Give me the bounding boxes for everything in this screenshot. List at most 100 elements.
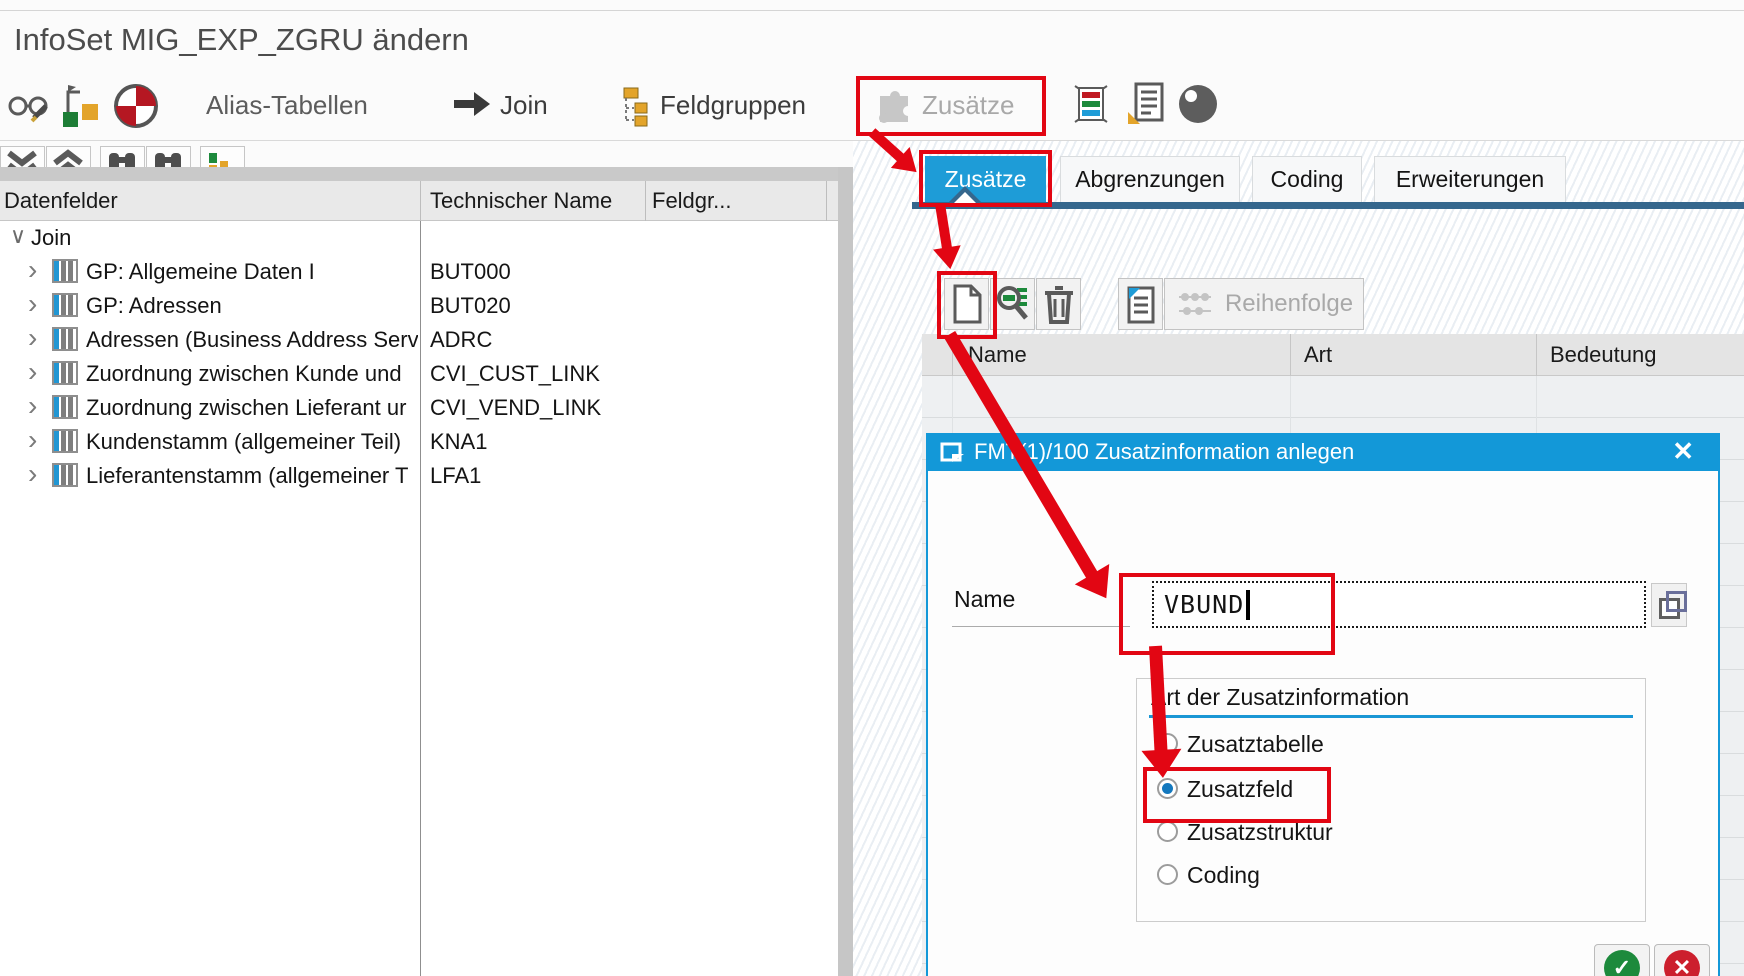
tree-row-label[interactable]: GP: Adressen bbox=[86, 293, 418, 319]
expander-closed-icon[interactable]: › bbox=[28, 358, 37, 386]
close-icon[interactable]: ✕ bbox=[1672, 436, 1694, 467]
tree-row[interactable]: › GP: Allgemeine Daten I BUT000 bbox=[0, 255, 838, 289]
alias-tabellen-button[interactable]: Alias-Tabellen bbox=[206, 90, 368, 121]
column-separator bbox=[952, 334, 953, 376]
tree-row-technical-name: BUT020 bbox=[430, 293, 511, 319]
tree-row-technical-name: BUT000 bbox=[430, 259, 511, 285]
expander-closed-icon[interactable]: › bbox=[28, 460, 37, 488]
tree-node-label[interactable]: Join bbox=[31, 225, 71, 251]
display-search-icon bbox=[995, 284, 1031, 324]
tab-erweiterungen[interactable]: Erweiterungen bbox=[1374, 156, 1566, 202]
join-button[interactable]: Join bbox=[500, 90, 548, 121]
tree-row[interactable]: › Kundenstamm (allgemeiner Teil) KNA1 bbox=[0, 425, 838, 459]
expander-open-icon[interactable]: ∨ bbox=[10, 223, 26, 249]
radio-label: Zusatzstruktur bbox=[1187, 819, 1333, 846]
tree-node-join[interactable]: ∨ Join bbox=[0, 221, 838, 255]
page-title: InfoSet MIG_EXP_ZGRU ändern bbox=[14, 22, 469, 58]
art-der-zusatzinformation-group: Art der Zusatzinformation Zusatztabelle … bbox=[1136, 678, 1646, 922]
display-change-button[interactable] bbox=[6, 84, 52, 128]
column-header-name[interactable]: Name bbox=[968, 342, 1027, 368]
column-separator bbox=[420, 181, 421, 221]
tree-row[interactable]: › Zuordnung zwischen Kunde und CVI_CUST_… bbox=[0, 357, 838, 391]
harvey-ball-button[interactable] bbox=[112, 82, 160, 130]
name-input[interactable]: VBUND bbox=[1152, 581, 1646, 628]
expander-closed-icon[interactable]: › bbox=[28, 392, 37, 420]
radio-icon[interactable] bbox=[1157, 864, 1178, 885]
chart-flag-icon bbox=[60, 84, 104, 130]
tree-row[interactable]: › Adressen (Business Address Serv ADRC bbox=[0, 323, 838, 357]
tree-row[interactable]: › Zuordnung zwischen Lieferant ur CVI_VE… bbox=[0, 391, 838, 425]
arrow-right-icon bbox=[452, 88, 494, 120]
tab-abgrenzungen[interactable]: Abgrenzungen bbox=[1060, 156, 1240, 202]
left-panel-header: Datenfelder Technischer Name Feldgr... bbox=[0, 181, 838, 221]
name-label-underline bbox=[952, 626, 1130, 627]
confirm-button[interactable]: ✓ bbox=[1594, 944, 1650, 976]
red-cross-icon: ✕ bbox=[1664, 950, 1700, 976]
tree-row-label[interactable]: Zuordnung zwischen Kunde und bbox=[86, 361, 418, 387]
column-separator bbox=[645, 181, 646, 221]
column-separator bbox=[826, 181, 827, 221]
reihenfolge-label: Reihenfolge bbox=[1225, 290, 1353, 318]
tree-row-technical-name: KNA1 bbox=[430, 429, 487, 455]
tree-row-label[interactable]: GP: Allgemeine Daten I bbox=[86, 259, 418, 285]
top-divider bbox=[0, 10, 1744, 11]
feldgruppen-button[interactable]: Feldgruppen bbox=[660, 90, 806, 121]
table-icon bbox=[52, 293, 78, 317]
tree-row-label[interactable]: Zuordnung zwischen Lieferant ur bbox=[86, 395, 418, 421]
tab-label: Coding bbox=[1271, 166, 1344, 193]
copy-icon-button[interactable] bbox=[1651, 583, 1687, 627]
column-header-bedeutung[interactable]: Bedeutung bbox=[1550, 342, 1656, 368]
table-icon bbox=[52, 259, 78, 283]
zusaetze-toolbar-button[interactable] bbox=[874, 84, 914, 124]
radio-label: Zusatztabelle bbox=[1187, 731, 1324, 758]
create-button[interactable] bbox=[944, 278, 989, 330]
column-header-datenfelder[interactable]: Datenfelder bbox=[4, 188, 118, 214]
display-search-button[interactable] bbox=[990, 278, 1035, 330]
expander-closed-icon[interactable]: › bbox=[28, 324, 37, 352]
expander-closed-icon[interactable]: › bbox=[28, 426, 37, 454]
tree-row[interactable]: › GP: Adressen BUT020 bbox=[0, 289, 838, 323]
table-icon bbox=[52, 429, 78, 453]
cancel-button[interactable]: ✕ bbox=[1654, 944, 1710, 976]
tab-zusaetze[interactable]: Zusätze bbox=[925, 156, 1046, 202]
panel-splitter[interactable] bbox=[838, 167, 853, 976]
name-field-label: Name bbox=[954, 586, 1015, 613]
dialog-title: FMT(1)/100 Zusatzinformation anlegen bbox=[974, 439, 1354, 465]
sap-infoset-window: InfoSet MIG_EXP_ZGRU ändern bbox=[0, 0, 1744, 976]
doc-display-button[interactable] bbox=[1118, 278, 1163, 330]
graphic-button[interactable] bbox=[60, 84, 104, 130]
glasses-pencil-icon bbox=[6, 84, 52, 128]
harvey-ball-icon bbox=[112, 82, 160, 130]
tree-row-label[interactable]: Kundenstamm (allgemeiner Teil) bbox=[86, 429, 418, 455]
table-icon bbox=[52, 327, 78, 351]
tree-row[interactable]: › Lieferantenstamm (allgemeiner T LFA1 bbox=[0, 459, 838, 493]
text-cursor bbox=[1246, 590, 1250, 620]
tab-coding[interactable]: Coding bbox=[1252, 156, 1362, 202]
tree-row-label[interactable]: Adressen (Business Address Serv bbox=[86, 327, 418, 353]
column-header-feldgruppe[interactable]: Feldgr... bbox=[652, 188, 731, 214]
column-header-technischer-name[interactable]: Technischer Name bbox=[430, 188, 612, 214]
dialog-titlebar[interactable]: FMT(1)/100 Zusatzinformation anlegen ✕ bbox=[928, 433, 1718, 471]
tab-label: Erweiterungen bbox=[1396, 166, 1544, 193]
copy-doc-icon[interactable] bbox=[1124, 80, 1166, 128]
sphere-icon[interactable] bbox=[1176, 82, 1220, 126]
expander-closed-icon[interactable]: › bbox=[28, 290, 37, 318]
radio-icon-selected[interactable] bbox=[1157, 778, 1178, 799]
expander-closed-icon[interactable]: › bbox=[28, 256, 37, 284]
puzzle-icon bbox=[874, 84, 914, 124]
zusaetze-toolbar-label: Zusätze bbox=[922, 90, 1015, 121]
table-icon bbox=[52, 463, 78, 487]
reihenfolge-button[interactable]: Reihenfolge bbox=[1164, 278, 1364, 330]
table-icon bbox=[52, 361, 78, 385]
tree-row-technical-name: ADRC bbox=[430, 327, 492, 353]
dialog-window-icon bbox=[940, 440, 966, 464]
tree-row-label[interactable]: Lieferantenstamm (allgemeiner T bbox=[86, 463, 418, 489]
tree-row-technical-name: CVI_CUST_LINK bbox=[430, 361, 600, 387]
radio-icon[interactable] bbox=[1157, 733, 1178, 754]
radio-icon[interactable] bbox=[1157, 821, 1178, 842]
column-separator bbox=[1536, 334, 1537, 376]
striped-doc-icon[interactable] bbox=[1071, 80, 1111, 128]
delete-button[interactable] bbox=[1036, 278, 1081, 330]
active-tab-caret-inner bbox=[952, 192, 978, 205]
column-header-art[interactable]: Art bbox=[1304, 342, 1332, 368]
